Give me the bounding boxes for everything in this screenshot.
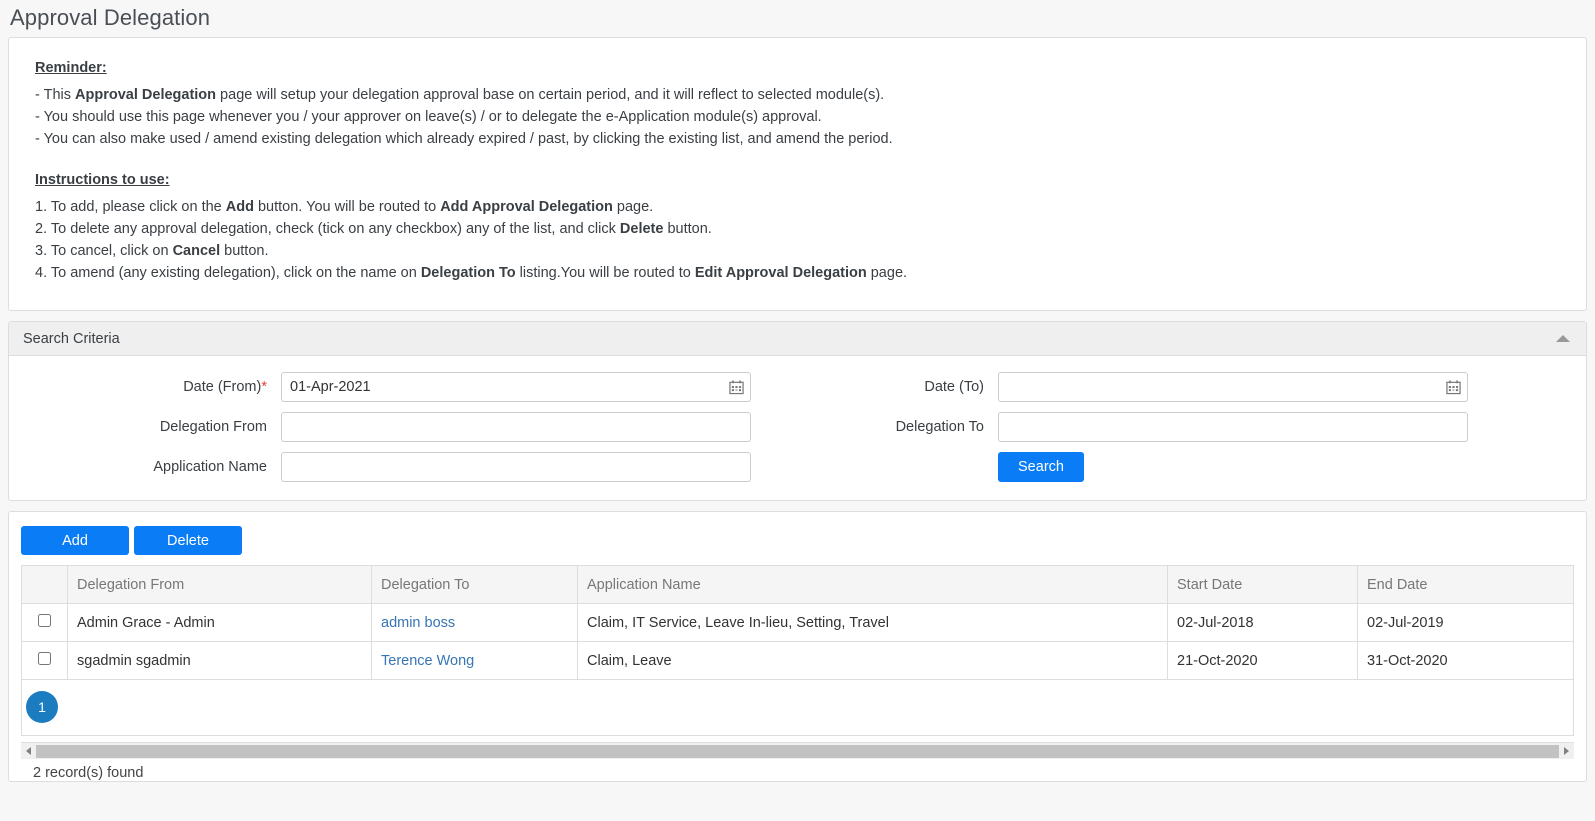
reminder-line-1-prefix: - This bbox=[35, 87, 76, 103]
reminder-line-1-suffix: page will setup your delegation approval… bbox=[216, 87, 885, 103]
date-from-label: Date (From)* bbox=[9, 379, 281, 395]
horizontal-scrollbar[interactable] bbox=[21, 742, 1574, 759]
cell-start-date: 21-Oct-2020 bbox=[1167, 641, 1358, 680]
col-checkbox bbox=[21, 565, 68, 604]
arrow-right-icon[interactable] bbox=[1559, 743, 1574, 760]
instruction-3-a: 3. To cancel, click on bbox=[35, 243, 173, 259]
table-row[interactable]: sgadmin sgadmin Terence Wong Claim, Leav… bbox=[21, 641, 1574, 680]
instruction-line-2: 2. To delete any approval delegation, ch… bbox=[35, 218, 1586, 240]
instruction-line-4: 4. To amend (any existing delegation), c… bbox=[35, 262, 1586, 284]
table-header: Delegation From Delegation To Applicatio… bbox=[21, 565, 1574, 604]
cell-application-name: Claim, IT Service, Leave In-lieu, Settin… bbox=[577, 603, 1168, 642]
cell-delegation-from: sgadmin sgadmin bbox=[67, 641, 372, 680]
date-from-field bbox=[281, 372, 751, 402]
row-checkbox-cell[interactable] bbox=[21, 603, 68, 642]
instruction-4-b2: Edit Approval Delegation bbox=[694, 265, 867, 281]
cell-delegation-to[interactable]: admin boss bbox=[371, 603, 578, 642]
pagination: 1 bbox=[21, 680, 1574, 736]
instruction-3-b1: Cancel bbox=[172, 243, 221, 259]
application-name-field bbox=[281, 452, 751, 482]
caret-up-icon[interactable] bbox=[1556, 335, 1570, 342]
instruction-1-d: page. bbox=[612, 199, 654, 215]
instruction-4-b1: Delegation To bbox=[420, 265, 516, 281]
delegation-from-input[interactable] bbox=[281, 412, 751, 442]
table-header-row: Delegation From Delegation To Applicatio… bbox=[21, 565, 1574, 604]
instruction-2-b1: Delete bbox=[619, 221, 664, 237]
instruction-line-3: 3. To cancel, click on Cancel button. bbox=[35, 240, 1586, 262]
delegation-from-label: Delegation From bbox=[159, 419, 267, 435]
add-button[interactable]: Add bbox=[21, 526, 129, 555]
delegation-to-label: Delegation To bbox=[895, 419, 984, 435]
col-delegation-to: Delegation To bbox=[371, 565, 578, 604]
reminder-line-1-bold: Approval Delegation bbox=[75, 87, 217, 103]
required-asterisk: * bbox=[261, 379, 267, 395]
instructions-heading: Instructions to use: bbox=[35, 172, 170, 188]
date-to-field bbox=[998, 372, 1468, 402]
table-row[interactable]: Admin Grace - Admin admin boss Claim, IT… bbox=[21, 603, 1574, 642]
instruction-line-1: 1. To add, please click on the Add butto… bbox=[35, 196, 1586, 218]
application-name-input[interactable] bbox=[281, 452, 751, 482]
table-body: Admin Grace - Admin admin boss Claim, IT… bbox=[21, 603, 1574, 680]
record-count: 2 record(s) found bbox=[33, 765, 144, 781]
instruction-3-c: button. bbox=[220, 243, 269, 259]
instruction-4-a: 4. To amend (any existing delegation), c… bbox=[35, 265, 421, 281]
col-application-name: Application Name bbox=[577, 565, 1168, 604]
search-button-row: Search bbox=[998, 452, 1468, 482]
instruction-1-b2: Add Approval Delegation bbox=[440, 199, 613, 215]
col-delegation-from: Delegation From bbox=[67, 565, 372, 604]
instruction-1-b1: Add bbox=[225, 199, 254, 215]
date-to-input[interactable] bbox=[998, 372, 1468, 402]
arrow-left-icon[interactable] bbox=[21, 743, 36, 760]
instruction-2-a: 2. To delete any approval delegation, ch… bbox=[35, 221, 620, 237]
search-criteria-header[interactable]: Search Criteria bbox=[9, 322, 1586, 356]
instruction-2-c: button. bbox=[663, 221, 712, 237]
search-criteria-title: Search Criteria bbox=[23, 330, 120, 347]
row-checkbox-cell[interactable] bbox=[21, 641, 68, 680]
delete-button[interactable]: Delete bbox=[134, 526, 242, 555]
col-start-date: Start Date bbox=[1167, 565, 1358, 604]
instruction-4-d: page. bbox=[866, 265, 908, 281]
delegation-to-field bbox=[998, 412, 1468, 442]
delegation-from-field bbox=[281, 412, 751, 442]
cell-delegation-to[interactable]: Terence Wong bbox=[371, 641, 578, 680]
instruction-4-c: listing.You will be routed to bbox=[515, 265, 695, 281]
page-title: Approval Delegation bbox=[10, 5, 211, 30]
search-criteria-body: Date (From)* Date (To) bbox=[9, 356, 1586, 500]
date-from-label-text: Date (From) bbox=[183, 379, 262, 395]
cell-delegation-from: Admin Grace - Admin bbox=[67, 603, 372, 642]
instruction-1-c: button. You will be routed to bbox=[253, 199, 441, 215]
date-to-label: Date (To) bbox=[924, 379, 984, 395]
cell-application-name: Claim, Leave bbox=[577, 641, 1168, 680]
scrollbar-thumb[interactable] bbox=[36, 744, 1559, 758]
delegation-to-link[interactable]: admin boss bbox=[381, 615, 455, 631]
date-from-input[interactable] bbox=[281, 372, 751, 402]
list-toolbar: Add Delete bbox=[21, 526, 1574, 555]
delegation-list-card: Add Delete Delegation From Delegation To… bbox=[8, 511, 1587, 782]
search-criteria-panel: Search Criteria Date (From)* D bbox=[8, 321, 1587, 501]
reminder-heading: Reminder: bbox=[35, 60, 107, 76]
delegation-table: Delegation From Delegation To Applicatio… bbox=[21, 565, 1574, 680]
reminder-line-2: - You should use this page whenever you … bbox=[35, 109, 822, 125]
instruction-1-a: 1. To add, please click on the bbox=[35, 199, 226, 215]
cell-end-date: 02-Jul-2019 bbox=[1357, 603, 1574, 642]
application-name-label: Application Name bbox=[153, 459, 267, 475]
page-number-1[interactable]: 1 bbox=[26, 691, 58, 723]
reminder-line-3: - You can also make used / amend existin… bbox=[35, 131, 893, 147]
row-checkbox[interactable] bbox=[38, 652, 51, 665]
row-checkbox[interactable] bbox=[38, 614, 51, 627]
reminder-line-1: - This Approval Delegation page will set… bbox=[35, 84, 1586, 106]
search-button[interactable]: Search bbox=[998, 452, 1084, 482]
delegation-to-input[interactable] bbox=[998, 412, 1468, 442]
cell-start-date: 02-Jul-2018 bbox=[1167, 603, 1358, 642]
delegation-to-link[interactable]: Terence Wong bbox=[381, 653, 474, 669]
instructions-card: Reminder: - This Approval Delegation pag… bbox=[8, 37, 1587, 311]
cell-end-date: 31-Oct-2020 bbox=[1357, 641, 1574, 680]
col-end-date: End Date bbox=[1357, 565, 1574, 604]
